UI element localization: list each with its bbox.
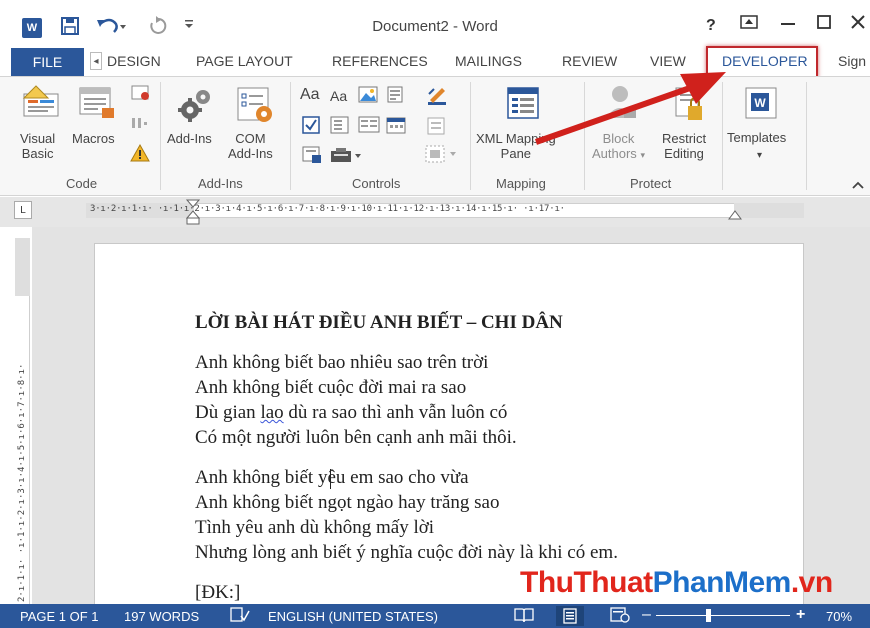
block-authors-dropdown-icon: ▾ — [640, 150, 645, 160]
lyric-line: Anh không biết yêu em sao cho vừa — [195, 467, 469, 488]
record-macro-icon[interactable] — [130, 84, 152, 107]
right-indent-marker-icon[interactable] — [728, 208, 742, 220]
lyric-line: Dù gian lao dù ra sao thì anh vẫn luôn c… — [195, 402, 507, 424]
xml-mapping-label-line2: Pane — [500, 146, 532, 161]
visual-basic-icon — [22, 84, 62, 125]
sign-in-link[interactable]: Sign — [838, 53, 866, 69]
pause-recording-icon — [130, 116, 152, 135]
group-label-code: Code — [66, 176, 98, 191]
language-status[interactable]: ENGLISH (UNITED STATES) — [268, 609, 438, 624]
ribbon-separator — [806, 82, 807, 190]
group-icon — [424, 144, 460, 169]
com-add-ins-label-line2: Add-Ins — [228, 146, 273, 161]
zoom-slider-track[interactable] — [656, 615, 790, 616]
com-add-ins-button[interactable]: COM Add-Ins — [228, 131, 273, 161]
vertical-ruler-ticks: 2·ı·1·ı· ·ı·1·ı·2·ı·3·ı·4·ı·5·ı·6·ı·7·ı·… — [17, 363, 27, 602]
legacy-tools-icon[interactable] — [330, 146, 364, 169]
com-add-ins-icon — [236, 86, 276, 129]
properties-icon — [426, 116, 446, 141]
site-watermark: ThuThuatPhanMem.vn — [520, 566, 833, 600]
picture-content-control-icon[interactable] — [358, 86, 378, 109]
group-label-protect: Protect — [630, 176, 672, 191]
document-heading: LỜI BÀI HÁT ĐIỀU ANH BIẾT – CHI DÂN — [195, 312, 563, 333]
lyric-segment: Dù gian — [195, 402, 261, 423]
templates-button[interactable]: Templates — [727, 130, 786, 145]
watermark-part: ThuThuat — [520, 566, 653, 599]
rich-text-content-control-button[interactable]: Aa — [300, 86, 320, 104]
group-label-mapping: Mapping — [496, 176, 546, 191]
redo-icon[interactable] — [148, 16, 168, 41]
macros-button[interactable]: Macros — [72, 131, 115, 146]
lyric-line: Anh không biết bao nhiêu sao trên trời — [195, 352, 489, 373]
read-mode-icon[interactable] — [514, 607, 534, 626]
lyric-line: Anh không biết ngọt ngào hay trăng sao — [195, 492, 500, 513]
maximize-icon[interactable] — [816, 14, 832, 35]
close-icon[interactable] — [850, 14, 866, 35]
combo-box-content-control-icon[interactable] — [330, 116, 350, 139]
word-app-icon[interactable]: W — [22, 18, 42, 38]
help-button[interactable]: ? — [706, 17, 716, 35]
check-box-content-control-icon[interactable] — [302, 116, 322, 139]
web-layout-icon[interactable] — [610, 607, 630, 626]
add-ins-gear-icon — [176, 86, 214, 129]
zoom-out-button[interactable]: – — [642, 606, 651, 624]
macro-security-icon[interactable] — [130, 143, 150, 167]
group-label-add-ins: Add-Ins — [198, 176, 243, 191]
watermark-part: PhanMem — [652, 566, 792, 599]
lyric-line: Anh không biết cuộc đời mai ra sao — [195, 377, 467, 398]
indent-marker-icon[interactable] — [186, 199, 200, 225]
zoom-in-button[interactable]: + — [796, 606, 805, 624]
collapse-ribbon-icon[interactable] — [852, 178, 864, 192]
group-label-controls: Controls — [352, 176, 401, 191]
save-icon[interactable] — [60, 16, 80, 41]
annotation-arrow-icon — [535, 72, 726, 145]
zoom-slider-thumb[interactable] — [706, 609, 711, 622]
ribbon-separator — [290, 82, 291, 190]
lyric-segment: dù ra sao thì anh vẫn luôn có — [283, 402, 508, 423]
plain-text-content-control-button[interactable]: Aa — [330, 88, 347, 104]
tab-design[interactable]: DESIGN — [107, 53, 161, 69]
tab-file[interactable]: FILE — [11, 48, 84, 76]
ribbon-separator — [160, 82, 161, 190]
tab-page-layout[interactable]: PAGE LAYOUT — [196, 53, 293, 69]
word-count-status[interactable]: 197 WORDS — [124, 609, 199, 624]
tab-references[interactable]: REFERENCES — [332, 53, 428, 69]
customize-qat-icon[interactable] — [184, 18, 194, 33]
templates-dropdown-icon[interactable]: ▾ — [757, 150, 762, 161]
lyric-line: Tình yêu anh dù không mấy lời — [195, 517, 435, 538]
repeating-section-content-control-icon[interactable] — [302, 146, 322, 169]
lyric-line: Nhưng lòng anh biết ý nghĩa cuộc đời này… — [195, 542, 618, 563]
spelling-error-word[interactable]: lao — [260, 402, 283, 423]
watermark-part: .vn — [790, 566, 833, 599]
page-count-status[interactable]: PAGE 1 OF 1 — [20, 609, 99, 624]
text-cursor — [330, 469, 331, 489]
tab-mailings[interactable]: MAILINGS — [455, 53, 522, 69]
visual-basic-button[interactable]: Visual Basic — [20, 131, 55, 161]
ribbon-display-options-icon[interactable] — [740, 14, 758, 35]
add-ins-button[interactable]: Add-Ins — [167, 131, 212, 146]
svg-text:W: W — [754, 96, 766, 110]
proofing-icon[interactable] — [230, 607, 250, 626]
chorus-label: [ĐK:] — [195, 582, 241, 603]
zoom-level[interactable]: 70% — [826, 609, 852, 624]
print-layout-icon[interactable] — [556, 606, 584, 626]
com-add-ins-label-line1: COM — [235, 131, 266, 146]
design-mode-icon[interactable] — [426, 86, 448, 113]
lyric-line: Có một người luôn bên cạnh anh mãi thôi. — [195, 427, 517, 448]
horizontal-ruler-right-margin — [734, 203, 804, 218]
building-block-gallery-icon[interactable] — [386, 86, 406, 109]
document-template-icon: W — [744, 86, 778, 127]
horizontal-ruler-ticks: 3·ı·2·ı·1·ı· ·ı·1·ı·2·ı·3·ı·4·ı·5·ı·6·ı·… — [90, 204, 565, 214]
macros-icon — [78, 86, 118, 125]
ribbon-separator — [470, 82, 471, 190]
tab-scroll-left-icon[interactable]: ◂ — [90, 52, 102, 70]
undo-icon[interactable] — [96, 16, 126, 41]
visual-basic-label-line2: Basic — [21, 146, 54, 161]
tab-selector-icon[interactable]: L — [14, 201, 32, 219]
minimize-icon[interactable] — [780, 14, 796, 35]
drop-down-list-content-control-icon[interactable] — [358, 116, 380, 139]
date-picker-content-control-icon[interactable] — [386, 116, 408, 139]
visual-basic-label-line1: Visual — [20, 131, 56, 146]
